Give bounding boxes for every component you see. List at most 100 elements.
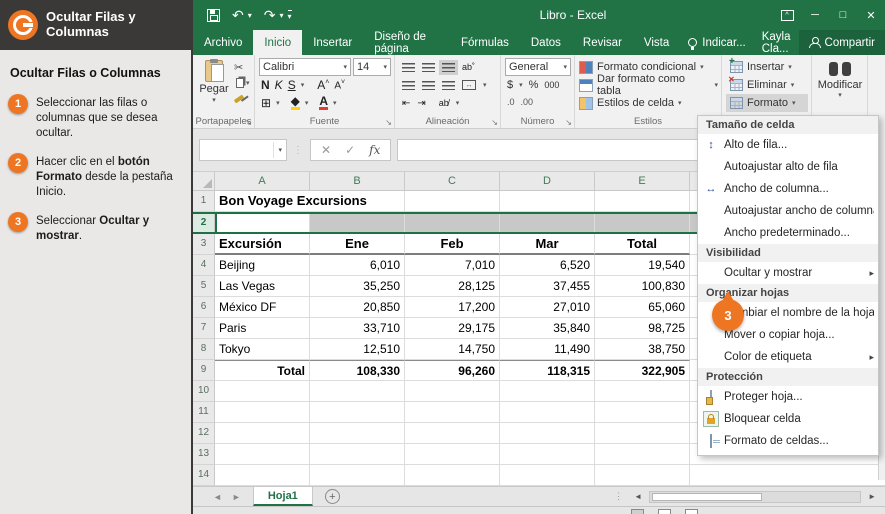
delete-button[interactable]: Eliminar▾ [726,76,808,94]
paste-button[interactable]: Pegar ▾ [197,58,231,106]
name-box[interactable]: ▾ [199,139,287,161]
fill-color-button[interactable]: ◆ [291,96,300,110]
tab-diseno[interactable]: Diseño de página [363,30,450,55]
align-center-icon[interactable] [422,81,435,90]
submenu-arrow-icon: ▸ [869,268,874,279]
tab-revisar[interactable]: Revisar [572,30,633,55]
merge-center-icon[interactable]: ↔ [462,80,476,90]
menu-item-autoajustar-alto[interactable]: Autoajustar alto de fila [698,156,878,178]
group-fuente: Calibri▾ 14▾ N K S ▾ A˄ A˅ ⊞▾ ◆▾ A▾ Fuen… [255,55,395,128]
align-middle-icon[interactable] [422,63,435,72]
sheet-scroll-left-icon[interactable]: ◄ [213,492,222,502]
sheet-scroll-right-icon[interactable]: ► [232,492,241,502]
add-sheet-icon[interactable]: + [325,489,340,504]
menu-item-formato-de-celdas[interactable]: Formato de celdas... [698,430,878,452]
normal-view-icon[interactable] [631,509,644,514]
cut-button[interactable]: ✂ [234,60,250,74]
cancel-entry-icon[interactable]: ✕ [321,143,331,157]
decrease-decimal-icon[interactable]: .00 [521,97,534,107]
menu-item-bloquear-celda[interactable]: Bloquear celda [698,408,878,430]
bold-button[interactable]: N [261,78,270,92]
percent-button[interactable]: % [529,79,539,91]
confirm-entry-icon[interactable]: ✓ [345,143,355,157]
currency-button[interactable]: $ [507,79,513,91]
grow-font-button[interactable]: A˄ [317,78,329,92]
cell-styles-button[interactable]: Estilos de celda▾ [579,94,718,112]
tab-insertar[interactable]: Insertar [302,30,363,55]
user-account[interactable]: Kayla Cla... [754,31,799,55]
row-14: 14 [193,465,885,486]
shrink-font-button[interactable]: A˅ [334,79,345,91]
redo-dropdown-icon[interactable]: ▾ [279,11,283,20]
hscroll-left-icon[interactable]: ◄ [631,490,645,503]
insert-button[interactable]: Insertar▾ [726,58,808,76]
font-color-button[interactable]: A [319,96,328,110]
close-icon[interactable]: ✕ [857,0,885,30]
wrap-text-icon[interactable]: ab̸ [439,98,449,108]
minimize-icon[interactable]: ─ [801,0,829,30]
redo-icon[interactable]: ↷ [264,8,276,22]
column-header-b[interactable]: B [310,172,405,190]
select-all-corner[interactable] [193,172,215,190]
column-header-c[interactable]: C [405,172,500,190]
format-button[interactable]: Formato▾ [726,94,808,112]
decrease-indent-icon[interactable]: ⇤ [402,98,410,109]
menu-item-proteger-hoja[interactable]: Proteger hoja... [698,386,878,408]
format-painter-button[interactable] [234,92,250,106]
insert-function-icon[interactable]: fx [369,143,380,157]
align-bottom-icon[interactable] [442,63,455,72]
menu-item-autoajustar-ancho[interactable]: Autoajustar ancho de columna [698,200,878,222]
tab-archivo[interactable]: Archivo [193,30,253,55]
cell-a1[interactable]: Bon Voyage Excursions [215,191,310,212]
increase-decimal-icon[interactable]: .0 [507,97,515,107]
save-icon[interactable] [207,9,220,22]
align-left-icon[interactable] [402,81,415,90]
increase-indent-icon[interactable]: ⇥ [417,98,425,109]
menu-item-ancho-predeterminado[interactable]: Ancho predeterminado... [698,222,878,244]
italic-button[interactable]: K [275,78,283,92]
undo-dropdown-icon[interactable]: ▾ [248,11,252,20]
font-size-select[interactable]: 14▾ [353,58,391,76]
align-right-icon[interactable] [442,81,455,90]
horizontal-scrollbar[interactable] [649,491,861,503]
vertical-scrollbar[interactable] [878,115,885,480]
tab-vista[interactable]: Vista [633,30,680,55]
comma-style-button[interactable]: 000 [544,80,559,90]
borders-button[interactable]: ⊞ [261,96,271,110]
customize-qat-icon[interactable]: ▾ [288,10,292,21]
tutorial-page: Ocultar Filas y Columnas Ocultar Filas o… [0,0,885,514]
tab-formulas[interactable]: Fórmulas [450,30,520,55]
tell-me-button[interactable]: Indicar... [680,37,753,49]
menu-item-color-etiqueta[interactable]: Color de etiqueta ▸ [698,346,878,368]
sheet-tab-hoja1[interactable]: Hoja1 [253,487,313,506]
menu-item-ancho-de-columna[interactable]: ↔ Ancho de columna... [698,178,878,200]
page-break-view-icon[interactable] [685,509,698,514]
column-header-d[interactable]: D [500,172,595,190]
tab-datos[interactable]: Datos [520,30,572,55]
hscroll-right-icon[interactable]: ► [865,490,879,503]
column-header-e[interactable]: E [595,172,690,190]
format-as-table-button[interactable]: Dar formato como tabla▾ [579,76,718,94]
numero-launcher-icon[interactable]: ↘ [565,118,572,127]
menu-item-alto-de-fila[interactable]: ↕ Alto de fila... [698,134,878,156]
share-button[interactable]: Compartir [799,30,885,55]
maximize-icon[interactable]: □ [829,0,857,30]
orientation-icon[interactable]: ab˚ [462,62,475,72]
fuente-launcher-icon[interactable]: ↘ [385,118,392,127]
active-cell-a2[interactable] [215,214,310,232]
portapapeles-launcher-icon[interactable]: ↘ [245,118,252,127]
modify-button[interactable]: Modificar [818,79,863,91]
ribbon-display-options-icon[interactable]: ^ [773,0,801,30]
alineacion-launcher-icon[interactable]: ↘ [491,118,498,127]
tab-inicio[interactable]: Inicio [253,30,302,55]
page-layout-view-icon[interactable] [658,509,671,514]
font-name-select[interactable]: Calibri▾ [259,58,351,76]
hscroll-thumb[interactable] [652,493,762,501]
underline-button[interactable]: S [288,78,296,92]
align-top-icon[interactable] [402,63,415,72]
number-format-select[interactable]: General▾ [505,58,571,76]
copy-button[interactable]: ▾ [234,76,250,90]
column-header-a[interactable]: A [215,172,310,190]
menu-item-ocultar-y-mostrar[interactable]: Ocultar y mostrar ▸ [698,262,878,284]
undo-icon[interactable]: ↶ [232,8,244,22]
